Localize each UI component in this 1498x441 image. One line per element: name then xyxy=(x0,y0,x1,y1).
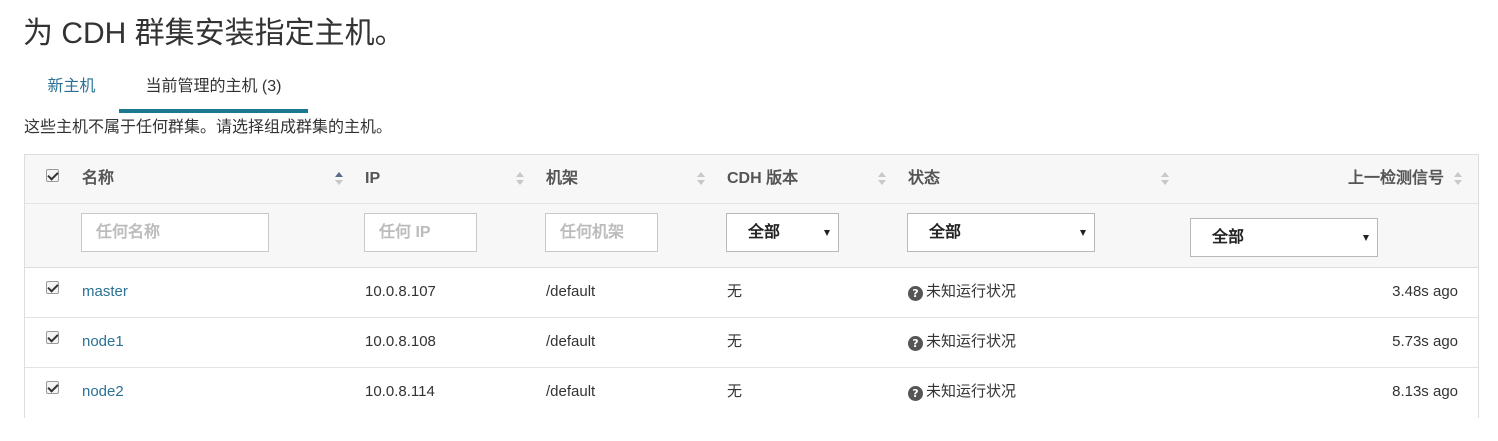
host-status-text: 未知运行状况 xyxy=(926,333,1017,350)
host-rack: /default xyxy=(546,333,596,350)
question-circle-icon: ? xyxy=(908,286,923,301)
host-cdh-version: 无 xyxy=(727,383,743,400)
row-checkbox[interactable] xyxy=(46,331,59,344)
table-row: node2 10.0.8.114 /default 无 ? 未知运行状况 8.13… xyxy=(25,368,1478,418)
host-cdh-version: 无 xyxy=(727,283,743,300)
host-name-link[interactable]: node1 xyxy=(82,333,124,350)
host-last-heartbeat: 5.73s ago xyxy=(1392,333,1458,350)
hosts-table: 名称 IP 机架 CDH 版本 状态 上一检测信号 全部 xyxy=(24,154,1479,418)
column-header-last-heartbeat[interactable]: 上一检测信号 xyxy=(1184,155,1444,203)
row-checkbox[interactable] xyxy=(46,281,59,294)
host-last-heartbeat: 3.48s ago xyxy=(1392,283,1458,300)
host-status: ? 未知运行状况 xyxy=(908,368,1168,418)
column-header-status[interactable]: 状态 xyxy=(908,155,1169,203)
question-circle-icon: ? xyxy=(908,386,923,401)
cdh-version-filter-select[interactable]: 全部 xyxy=(726,213,839,252)
question-circle-icon: ? xyxy=(908,336,923,351)
chevron-down-icon xyxy=(1080,230,1086,236)
page-subtitle: 这些主机不属于任何群集。请选择组成群集的主机。 xyxy=(24,119,393,136)
column-header-name[interactable]: 名称 xyxy=(82,155,343,203)
page-title: 为 CDH 群集安装指定主机。 xyxy=(23,17,405,50)
column-header-rack-label: 机架 xyxy=(546,170,579,187)
table-row: master 10.0.8.107 /default 无 ? 未知运行状况 3.4… xyxy=(25,268,1478,318)
chevron-down-icon xyxy=(824,230,830,236)
column-header-ip[interactable]: IP xyxy=(365,155,525,203)
sort-arrows-icon[interactable] xyxy=(697,172,705,186)
table-row: node1 10.0.8.108 /default 无 ? 未知运行状况 5.73… xyxy=(25,318,1478,368)
host-rack: /default xyxy=(546,383,596,400)
sort-arrows-icon[interactable] xyxy=(335,172,343,186)
host-name-link[interactable]: master xyxy=(82,283,128,300)
ip-filter-input[interactable] xyxy=(364,213,477,252)
chevron-down-icon xyxy=(1363,235,1369,241)
tab-currently-managed-hosts[interactable]: 当前管理的主机 (3) xyxy=(119,68,308,113)
last-heartbeat-filter-select[interactable]: 全部 xyxy=(1190,218,1378,257)
host-cdh-version: 无 xyxy=(727,333,743,350)
row-checkbox[interactable] xyxy=(46,381,59,394)
host-rack: /default xyxy=(546,283,596,300)
select-all-checkbox[interactable] xyxy=(46,169,59,182)
tab-new-hosts[interactable]: 新主机 xyxy=(24,68,119,113)
column-header-last-label: 上一检测信号 xyxy=(1347,170,1444,187)
status-filter-value: 全部 xyxy=(929,224,962,241)
sort-arrows-icon[interactable] xyxy=(878,172,886,186)
host-ip: 10.0.8.107 xyxy=(365,283,436,300)
column-header-ip-label: IP xyxy=(365,170,381,187)
last-heartbeat-filter-value: 全部 xyxy=(1212,229,1245,246)
table-header-row: 名称 IP 机架 CDH 版本 状态 上一检测信号 xyxy=(25,155,1478,204)
column-header-rack[interactable]: 机架 xyxy=(546,155,706,203)
host-status: ? 未知运行状况 xyxy=(908,268,1168,317)
sort-arrows-icon[interactable] xyxy=(1161,172,1169,186)
name-filter-input[interactable] xyxy=(81,213,269,252)
column-header-cdh-label: CDH 版本 xyxy=(727,170,799,187)
host-status-text: 未知运行状况 xyxy=(926,383,1017,400)
sort-arrows-icon[interactable] xyxy=(1454,172,1462,186)
host-name-link[interactable]: node2 xyxy=(82,383,124,400)
rack-filter-input[interactable] xyxy=(545,213,658,252)
host-ip: 10.0.8.108 xyxy=(365,333,436,350)
sort-arrows-icon[interactable] xyxy=(516,172,524,186)
column-header-status-label: 状态 xyxy=(908,170,941,187)
host-status: ? 未知运行状况 xyxy=(908,318,1168,367)
column-header-name-label: 名称 xyxy=(82,170,115,187)
cdh-version-filter-value: 全部 xyxy=(748,224,781,241)
table-filter-row: 全部 全部 全部 xyxy=(25,204,1478,268)
status-filter-select[interactable]: 全部 xyxy=(907,213,1095,252)
host-status-text: 未知运行状况 xyxy=(926,283,1017,300)
host-last-heartbeat: 8.13s ago xyxy=(1392,383,1458,400)
host-ip: 10.0.8.114 xyxy=(365,383,435,400)
column-header-cdh-version[interactable]: CDH 版本 xyxy=(727,155,887,203)
